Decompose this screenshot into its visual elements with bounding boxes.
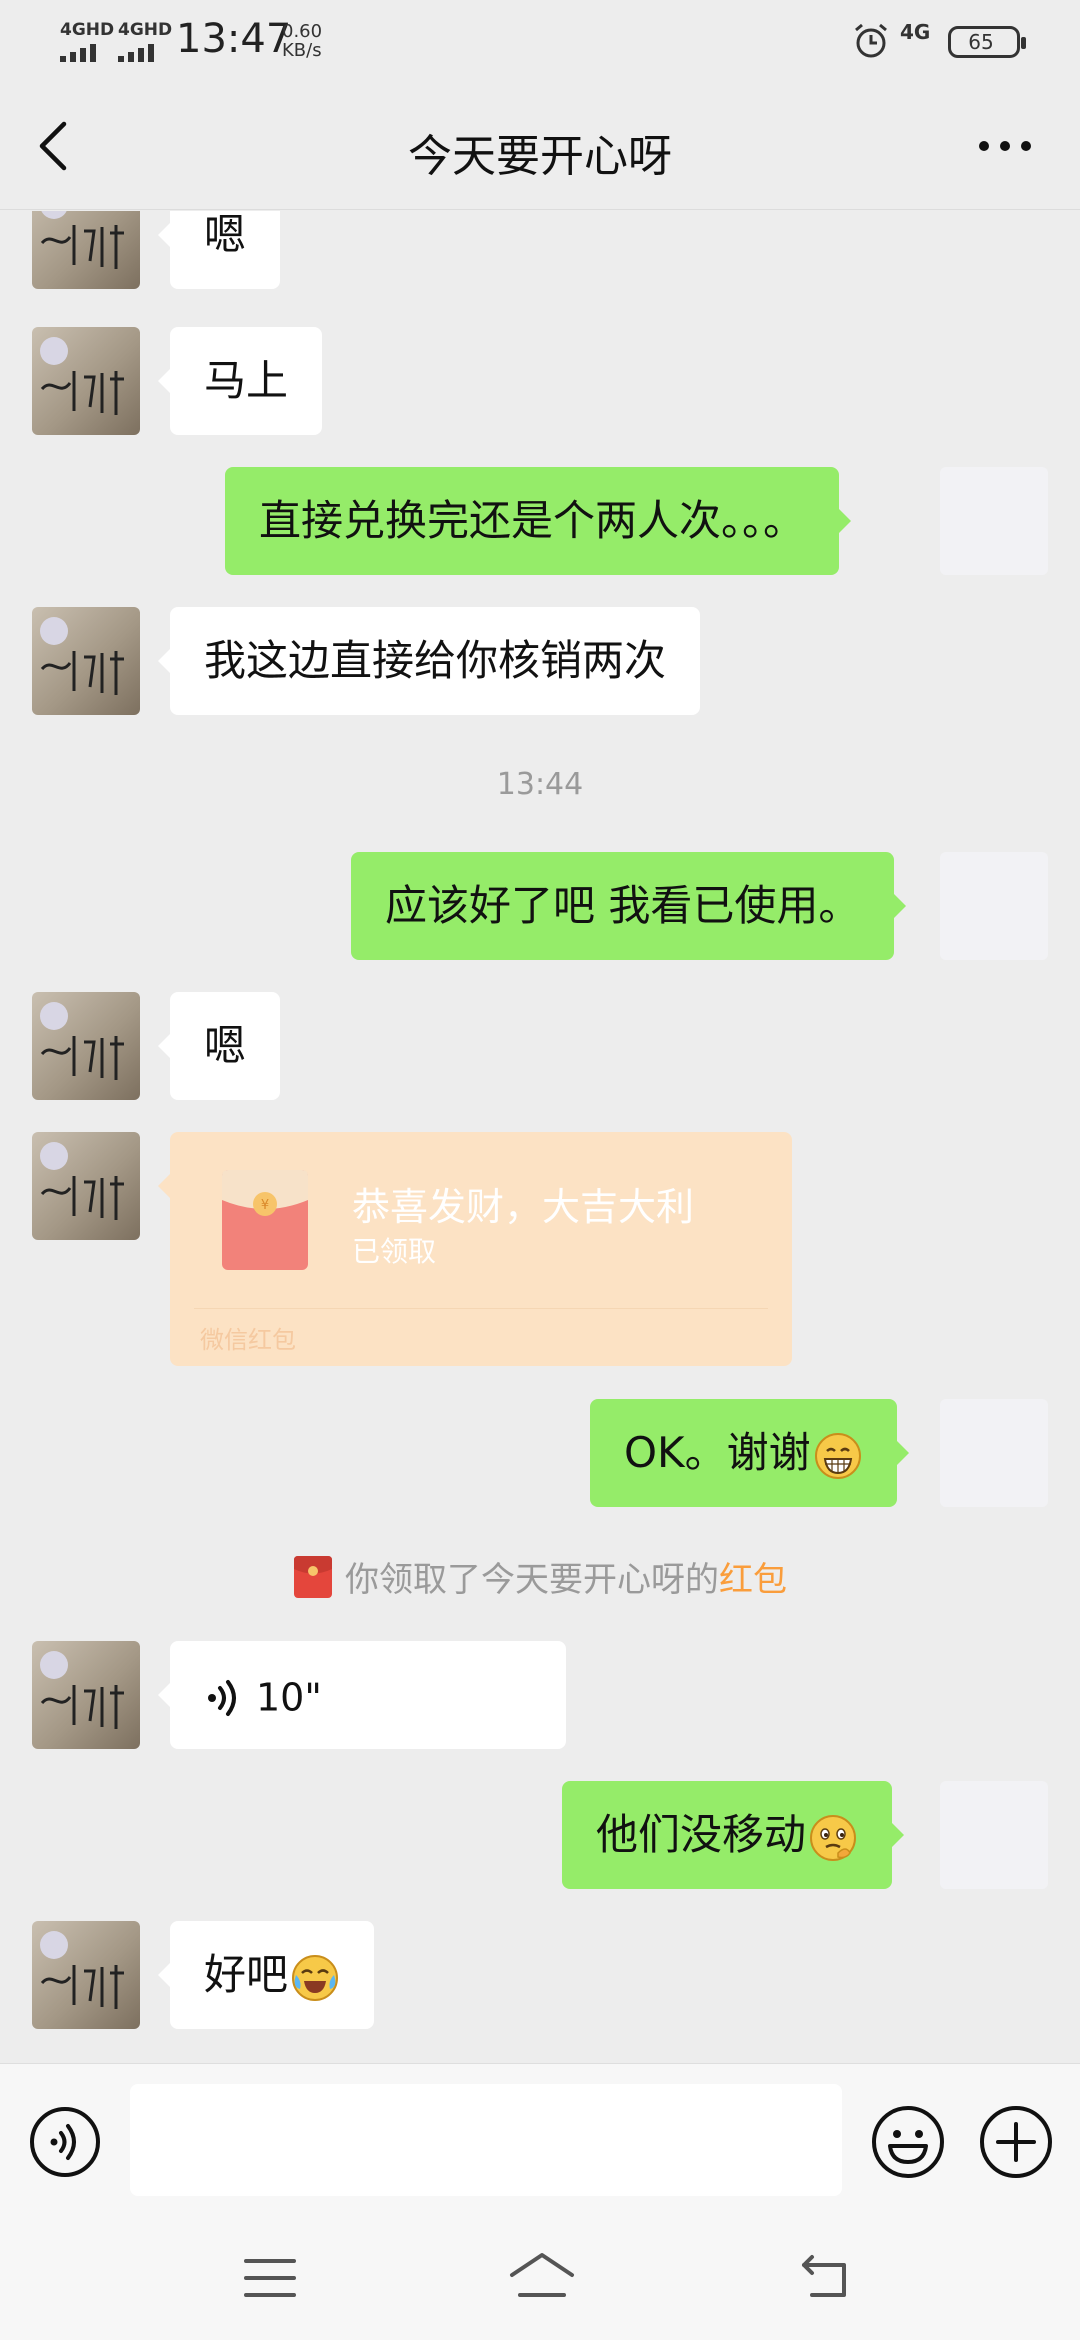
chevron-left-icon[interactable] <box>30 116 80 176</box>
message-bubble-out[interactable]: OK。谢谢 <box>590 1399 909 1507</box>
red-packet-source: 微信红包 <box>200 1326 296 1354</box>
home-icon[interactable] <box>506 2249 578 2305</box>
red-packet-divider <box>194 1308 768 1309</box>
svg-text:¥: ¥ <box>261 1198 269 1213</box>
battery-level: 65 <box>968 30 994 54</box>
voice-message[interactable]: 10" <box>158 1641 566 1749</box>
back-icon[interactable] <box>796 2253 852 2303</box>
more-dots-icon[interactable] <box>970 124 1040 168</box>
crying-laughing-emoji-icon <box>292 1954 339 2001</box>
self-avatar[interactable] <box>940 852 1048 960</box>
battery-indicator: 65 <box>948 26 1026 58</box>
self-avatar[interactable] <box>940 1781 1048 1889</box>
contact-avatar[interactable] <box>32 1921 140 2029</box>
chat-title: 今天要开心呀 <box>408 131 672 182</box>
red-packet-message[interactable]: ¥ 恭喜发财，大吉大利 已领取 微信红包 <box>158 1132 792 1366</box>
contact-avatar[interactable] <box>32 1641 140 1749</box>
voice-mode-icon[interactable] <box>28 2105 102 2179</box>
voice-wave-icon <box>208 1679 236 1716</box>
message-bubble-in[interactable]: 马上 <box>157 327 323 435</box>
message-bubble-out[interactable]: 直接兑换完还是个两人次。。。 <box>225 467 852 575</box>
message-bubble-out[interactable]: 应该好了吧 我看已使用。 <box>351 852 907 960</box>
system-notice: 你领取了今天要开心呀的 红包 <box>0 1552 1080 1602</box>
message-bubble-in[interactable]: 我这边直接给你核销两次 <box>157 607 701 715</box>
signal-label-1: 4GHD <box>60 20 115 40</box>
speed-value: 0.60 <box>282 21 323 42</box>
self-avatar[interactable] <box>940 1399 1048 1507</box>
message-list[interactable]: 嗯 马上 直接兑换完还是个两人次。。。 我这边直接给你核销两次 13:44 应该… <box>0 211 1080 2063</box>
message-text: 他们没移动 <box>596 1810 807 1859</box>
red-packet-status: 已领取 <box>352 1235 437 1268</box>
message-input[interactable] <box>130 2084 842 2196</box>
signal-label-2: 4GHD <box>118 20 173 40</box>
contact-avatar[interactable] <box>32 992 140 1100</box>
red-packet-link[interactable]: 红包 <box>719 1552 787 1601</box>
status-bar: 4GHD 4GHD 13:47 0.60 KB/s 4G 65 <box>0 0 1080 84</box>
network-type: 4G <box>900 20 931 44</box>
alarm-icon <box>855 23 887 58</box>
time-divider: 13:44 <box>496 767 584 802</box>
message-bubble-in[interactable]: 好吧 <box>157 1921 375 2029</box>
chat-header: 今天要开心呀 <box>0 84 1080 210</box>
grin-emoji-icon <box>814 1432 861 1479</box>
voice-duration: 10" <box>256 1675 322 1720</box>
self-avatar[interactable] <box>940 467 1048 575</box>
red-packet-small-icon <box>294 1555 332 1598</box>
input-bar <box>0 2063 1080 2215</box>
contact-avatar[interactable] <box>32 607 140 715</box>
message-bubble-out[interactable]: 他们没移动 <box>562 1781 905 1889</box>
menu-icon[interactable] <box>242 2255 298 2301</box>
contact-avatar[interactable] <box>32 327 140 435</box>
speed-unit: KB/s <box>282 40 322 61</box>
contact-avatar[interactable] <box>32 1132 140 1240</box>
message-text: 好吧 <box>204 1950 289 1999</box>
network-speed: 0.60 KB/s <box>282 22 322 60</box>
red-packet-icon: ¥ <box>222 1170 308 1270</box>
system-navigation-bar <box>0 2215 1080 2340</box>
thinking-emoji-icon <box>810 1814 857 1861</box>
red-packet-title: 恭喜发财，大吉大利 <box>352 1185 695 1229</box>
emoji-smile-icon[interactable] <box>870 2104 946 2180</box>
message-bubble-in[interactable]: 嗯 <box>157 211 281 289</box>
clock: 13:47 <box>176 16 292 62</box>
message-text: OK。谢谢 <box>624 1428 811 1477</box>
contact-avatar[interactable] <box>32 211 140 289</box>
message-bubble-in[interactable]: 嗯 <box>157 992 281 1100</box>
plus-circle-icon[interactable] <box>978 2104 1054 2180</box>
system-notice-text: 你领取了今天要开心呀的 <box>345 1560 719 1600</box>
